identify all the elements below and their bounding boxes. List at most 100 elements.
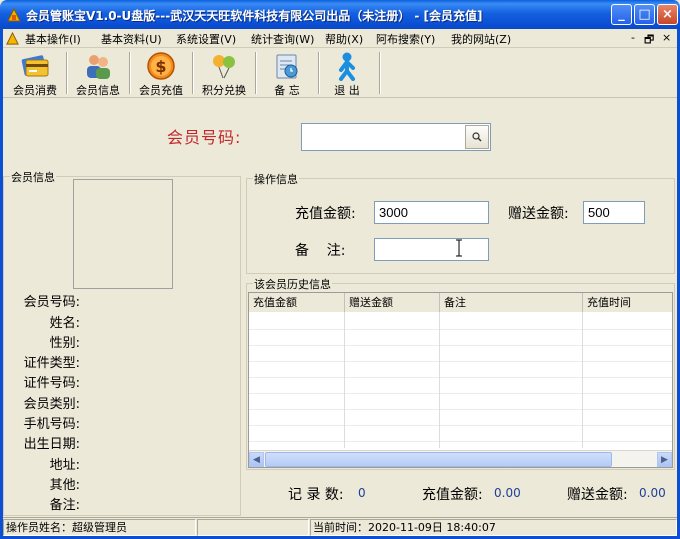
grid-col-line: [344, 313, 345, 448]
recharge-amount-label: 充值金额:: [295, 206, 356, 222]
exit-person-icon: [339, 52, 355, 81]
member-number-search-label: 会员号码:: [167, 128, 242, 147]
scroll-thumb[interactable]: [265, 452, 612, 467]
svg-text:$: $: [155, 57, 166, 76]
menu-bar: 基本操作(I) 基本资料(U) 系统设置(V) 统计查询(W) 帮助(X) 阿布…: [3, 29, 677, 48]
col-recharge-amount[interactable]: 充值金额: [249, 293, 345, 313]
dollar-coin-icon: $: [147, 52, 175, 80]
menu-basic-operations[interactable]: 基本操作(I): [25, 31, 81, 47]
member-photo: [73, 179, 173, 289]
total-bonus-value: 0.00: [639, 486, 666, 500]
total-bonus-label: 赠送金额:: [567, 487, 628, 503]
grid-row-line: [249, 425, 672, 426]
member-info-title: 会员信息: [10, 169, 56, 185]
toolbar: 会员消费 会员信息 $ 会员充值 积分兑换 备 忘 退 出: [3, 48, 677, 98]
field-name: 姓名:: [49, 316, 80, 331]
scroll-right-arrow-icon[interactable]: ▶: [657, 452, 672, 467]
maximize-button[interactable]: □: [634, 4, 655, 25]
grid-col-line: [439, 313, 440, 448]
grid-row-line: [249, 329, 672, 330]
title-bar[interactable]: 会员管账宝V1.0-U盘版---武汉天天旺软件科技有限公司出品（未注册） - […: [0, 0, 680, 30]
history-summary: 记 录 数: 0 充值金额: 0.00 赠送金额: 0.00: [246, 472, 675, 512]
member-recharge-button[interactable]: $ 会员充值: [131, 50, 191, 97]
field-other: 其他:: [49, 478, 80, 493]
mdi-child-icon[interactable]: [5, 31, 20, 46]
record-count-label: 记 录 数:: [288, 487, 344, 503]
grid-row-line: [249, 361, 672, 362]
toolbar-label: 会员充值: [139, 84, 183, 97]
close-button[interactable]: ×: [657, 4, 678, 25]
history-title: 该会员历史信息: [253, 276, 332, 292]
toolbar-label: 退 出: [334, 84, 360, 97]
menu-abu-search[interactable]: 阿布搜索(Y): [376, 31, 435, 47]
field-id-type: 证件类型:: [23, 356, 80, 371]
wallet-icon: [21, 55, 49, 77]
toolbar-label: 会员信息: [76, 84, 120, 97]
member-search-area: 会员号码:: [3, 99, 677, 171]
memo-icon: [276, 54, 298, 79]
toolbar-label: 积分兑换: [202, 84, 246, 97]
field-member-category: 会员类别:: [23, 397, 80, 412]
total-recharge-value: 0.00: [494, 486, 521, 500]
history-table[interactable]: 充值金额 赠送金额 备注 充值时间 ◀ ▶: [248, 292, 673, 468]
scroll-left-arrow-icon[interactable]: ◀: [249, 452, 264, 467]
field-mobile: 手机号码:: [23, 417, 80, 432]
recharge-amount-input[interactable]: [374, 201, 489, 224]
field-gender: 性别:: [49, 336, 80, 351]
grid-col-line: [582, 313, 583, 448]
menu-statistics[interactable]: 统计查询(W): [251, 31, 314, 47]
operation-panel: 操作信息 充值金额: 赠送金额: 备 注:: [246, 171, 675, 274]
col-bonus-amount[interactable]: 赠送金额: [345, 293, 440, 313]
grid-row-line: [249, 377, 672, 378]
field-member-number: 会员号码:: [23, 295, 80, 310]
history-table-header: 充值金额 赠送金额 备注 充值时间: [249, 293, 672, 313]
menu-basic-data[interactable]: 基本资料(U): [101, 31, 162, 47]
users-icon: [87, 55, 110, 79]
member-number-search-box[interactable]: [301, 123, 491, 151]
points-exchange-button[interactable]: 积分兑换: [194, 50, 254, 97]
member-number-search-input[interactable]: [303, 125, 463, 149]
status-current-time: 当前时间：2020-11-09日 18:40:07: [310, 519, 677, 536]
toolbar-label: 备 忘: [274, 84, 300, 97]
member-info-button[interactable]: 会员信息: [68, 50, 128, 97]
grid-row-line: [249, 409, 672, 410]
status-bar: 操作员姓名：超级管理员 当前时间：2020-11-09日 18:40:07: [3, 517, 677, 536]
grid-row-line: [249, 393, 672, 394]
toolbar-separator: [379, 52, 381, 94]
bonus-amount-input[interactable]: [583, 201, 645, 224]
col-remark[interactable]: 备注: [440, 293, 583, 313]
app-logo-icon: [7, 7, 21, 22]
menu-my-website[interactable]: 我的网站(Z): [451, 31, 511, 47]
grid-row-line: [249, 345, 672, 346]
total-recharge-label: 充值金额:: [422, 487, 483, 503]
exit-button[interactable]: 退 出: [317, 50, 377, 97]
remark-input[interactable]: [374, 238, 489, 261]
status-empty-cell: [197, 519, 309, 536]
history-horizontal-scrollbar[interactable]: ◀ ▶: [249, 450, 672, 467]
search-button[interactable]: [465, 125, 489, 149]
menu-system-settings[interactable]: 系统设置(V): [176, 31, 236, 47]
grid-row-line: [249, 441, 672, 442]
record-count-value: 0: [358, 486, 366, 500]
memo-button[interactable]: 备 忘: [257, 50, 317, 97]
window-title: 会员管账宝V1.0-U盘版---武汉天天旺软件科技有限公司出品（未注册） - […: [26, 9, 483, 23]
balloons-icon: [213, 55, 235, 79]
col-recharge-time[interactable]: 充值时间: [583, 293, 672, 313]
operation-title: 操作信息: [253, 171, 299, 187]
search-icon: [472, 132, 482, 142]
mdi-minimize-button[interactable]: -: [631, 31, 635, 44]
menu-help[interactable]: 帮助(X): [325, 31, 363, 47]
toolbar-label: 会员消费: [13, 84, 57, 97]
member-consume-button[interactable]: 会员消费: [5, 50, 65, 97]
mdi-close-button[interactable]: ×: [662, 31, 671, 44]
history-panel: 该会员历史信息 充值金额 赠送金额 备注 充值时间 ◀ ▶: [246, 276, 675, 470]
field-address: 地址:: [49, 458, 80, 473]
member-info-panel: 会员信息 会员号码: 姓名: 性别: 证件类型: 证件号码: 会员类别: 手机号…: [3, 169, 241, 516]
field-id-number: 证件号码:: [23, 376, 80, 391]
minimize-button[interactable]: _: [611, 4, 632, 25]
text-cursor-icon: [456, 239, 462, 257]
field-birth-date: 出生日期:: [23, 437, 80, 452]
bonus-amount-label: 赠送金额:: [508, 206, 569, 222]
field-remark: 备注:: [49, 498, 80, 513]
remark-label: 备 注:: [295, 243, 346, 259]
